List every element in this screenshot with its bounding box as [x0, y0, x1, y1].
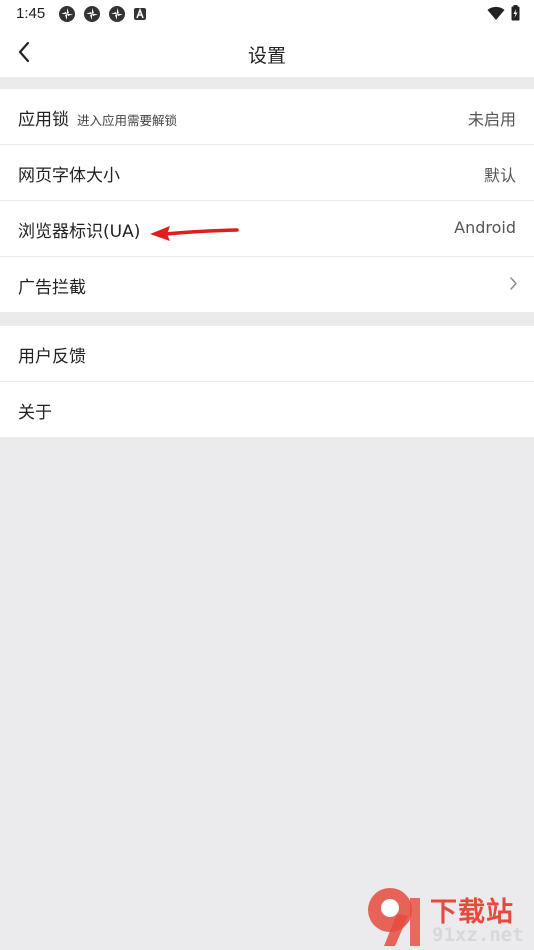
setting-label: 应用锁 进入应用需要解锁 [18, 105, 177, 130]
page-title: 设置 [247, 45, 286, 67]
chevron-right-icon [509, 276, 518, 295]
battery-icon [511, 5, 520, 21]
app-lock-value: 未启用 [467, 110, 516, 129]
app-lock-label: 应用锁 [18, 110, 69, 130]
settings-group-general: 应用锁 进入应用需要解锁 未启用 网页字体大小 默认 浏览器标识(UA) Andr… [0, 89, 534, 312]
setting-user-agent[interactable]: 浏览器标识(UA) Android [0, 201, 534, 257]
notification-icon [59, 6, 75, 22]
app-lock-description: 进入应用需要解锁 [77, 113, 178, 128]
about-label: 关于 [18, 403, 52, 423]
settings-group-support: 用户反馈 关于 [0, 326, 534, 437]
notification-icon [109, 6, 125, 22]
setting-font-size[interactable]: 网页字体大小 默认 [0, 145, 534, 201]
user-agent-label: 浏览器标识(UA) [18, 222, 141, 242]
status-bar: 1:45 [0, 0, 534, 28]
status-system-icons [487, 5, 520, 21]
setting-feedback[interactable]: 用户反馈 [0, 326, 534, 382]
setting-app-lock[interactable]: 应用锁 进入应用需要解锁 未启用 [0, 89, 534, 145]
wifi-icon [487, 6, 505, 20]
watermark-domain: 91xz.net [432, 924, 524, 946]
font-size-label: 网页字体大小 [18, 166, 120, 186]
status-time: 1:45 [16, 5, 46, 22]
ad-block-label: 广告拦截 [18, 278, 86, 298]
status-notifications [58, 5, 147, 23]
app-header: 设置 [0, 28, 534, 77]
font-size-value: 默认 [483, 166, 516, 185]
watermark-logo-icon [368, 888, 420, 946]
user-agent-value: Android [454, 218, 516, 237]
red-arrow-icon [150, 226, 239, 241]
watermark: 下载站 91xz.net [364, 884, 534, 950]
setting-ad-block[interactable]: 广告拦截 [0, 257, 534, 312]
feedback-label: 用户反馈 [18, 347, 86, 367]
a-icon [134, 7, 146, 20]
notification-icon [84, 6, 100, 22]
setting-about[interactable]: 关于 [0, 382, 534, 437]
